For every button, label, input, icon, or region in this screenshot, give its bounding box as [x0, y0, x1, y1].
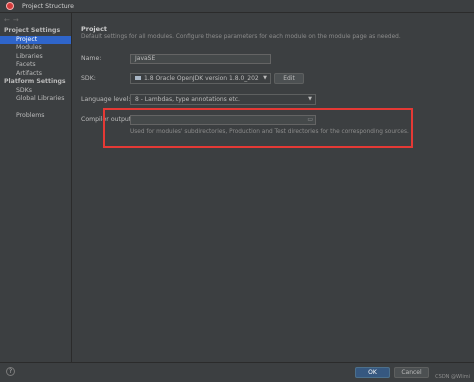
project-panel: Project Default settings for all modules…	[81, 25, 466, 44]
language-level-label: Language level:	[81, 96, 131, 103]
language-level-value: 8 - Lambdas, type annotations etc.	[135, 96, 240, 103]
sidebar-divider	[71, 13, 72, 362]
sidebar-item-libraries[interactable]: Libraries	[0, 53, 71, 62]
window-title: Project Structure	[22, 2, 74, 10]
page-description: Default settings for all modules. Config…	[81, 34, 401, 40]
ok-button[interactable]: OK	[355, 367, 390, 378]
watermark: CSDN @Wlimi	[435, 374, 470, 380]
language-level-select[interactable]: 8 - Lambdas, type annotations etc. ▼	[130, 94, 316, 105]
cancel-button[interactable]: Cancel	[394, 367, 429, 378]
nav-arrows: ← →	[4, 16, 19, 24]
sidebar-item-project[interactable]: Project	[0, 35, 71, 44]
chevron-down-icon: ▼	[263, 75, 267, 81]
name-field[interactable]: JavaSE	[130, 54, 271, 64]
red-highlight-box	[103, 108, 413, 148]
back-arrow-icon[interactable]: ←	[4, 16, 10, 24]
sidebar-item-global-libraries[interactable]: Global Libraries	[0, 95, 71, 104]
sidebar-item-artifacts[interactable]: Artifacts	[0, 70, 71, 79]
forward-arrow-icon[interactable]: →	[13, 16, 19, 24]
app-icon	[6, 2, 14, 10]
page-title: Project	[81, 25, 108, 33]
name-label: Name:	[81, 55, 102, 62]
help-icon[interactable]: ?	[6, 367, 15, 376]
sidebar: Project Settings Project Modules Librari…	[0, 27, 71, 362]
sdk-value: 1.8 Oracle OpenJDK version 1.8.0_202	[144, 75, 259, 82]
sidebar-item-modules[interactable]: Modules	[0, 44, 71, 53]
sdk-folder-icon	[135, 75, 141, 80]
sdk-edit-button[interactable]: Edit	[274, 73, 304, 84]
sidebar-item-facets[interactable]: Facets	[0, 61, 71, 70]
project-settings-header: Project Settings	[4, 27, 61, 34]
platform-settings-header: Platform Settings	[4, 78, 66, 85]
title-bar: Project Structure	[0, 0, 474, 13]
sidebar-item-sdks[interactable]: SDKs	[0, 87, 71, 96]
footer-bar: ? OK Cancel CSDN @Wlimi	[0, 362, 474, 382]
chevron-down-icon: ▼	[308, 96, 312, 102]
sdk-label: SDK:	[81, 75, 96, 82]
sidebar-item-problems[interactable]: Problems	[0, 112, 71, 121]
sdk-select[interactable]: 1.8 Oracle OpenJDK version 1.8.0_202 ▼	[130, 73, 271, 84]
